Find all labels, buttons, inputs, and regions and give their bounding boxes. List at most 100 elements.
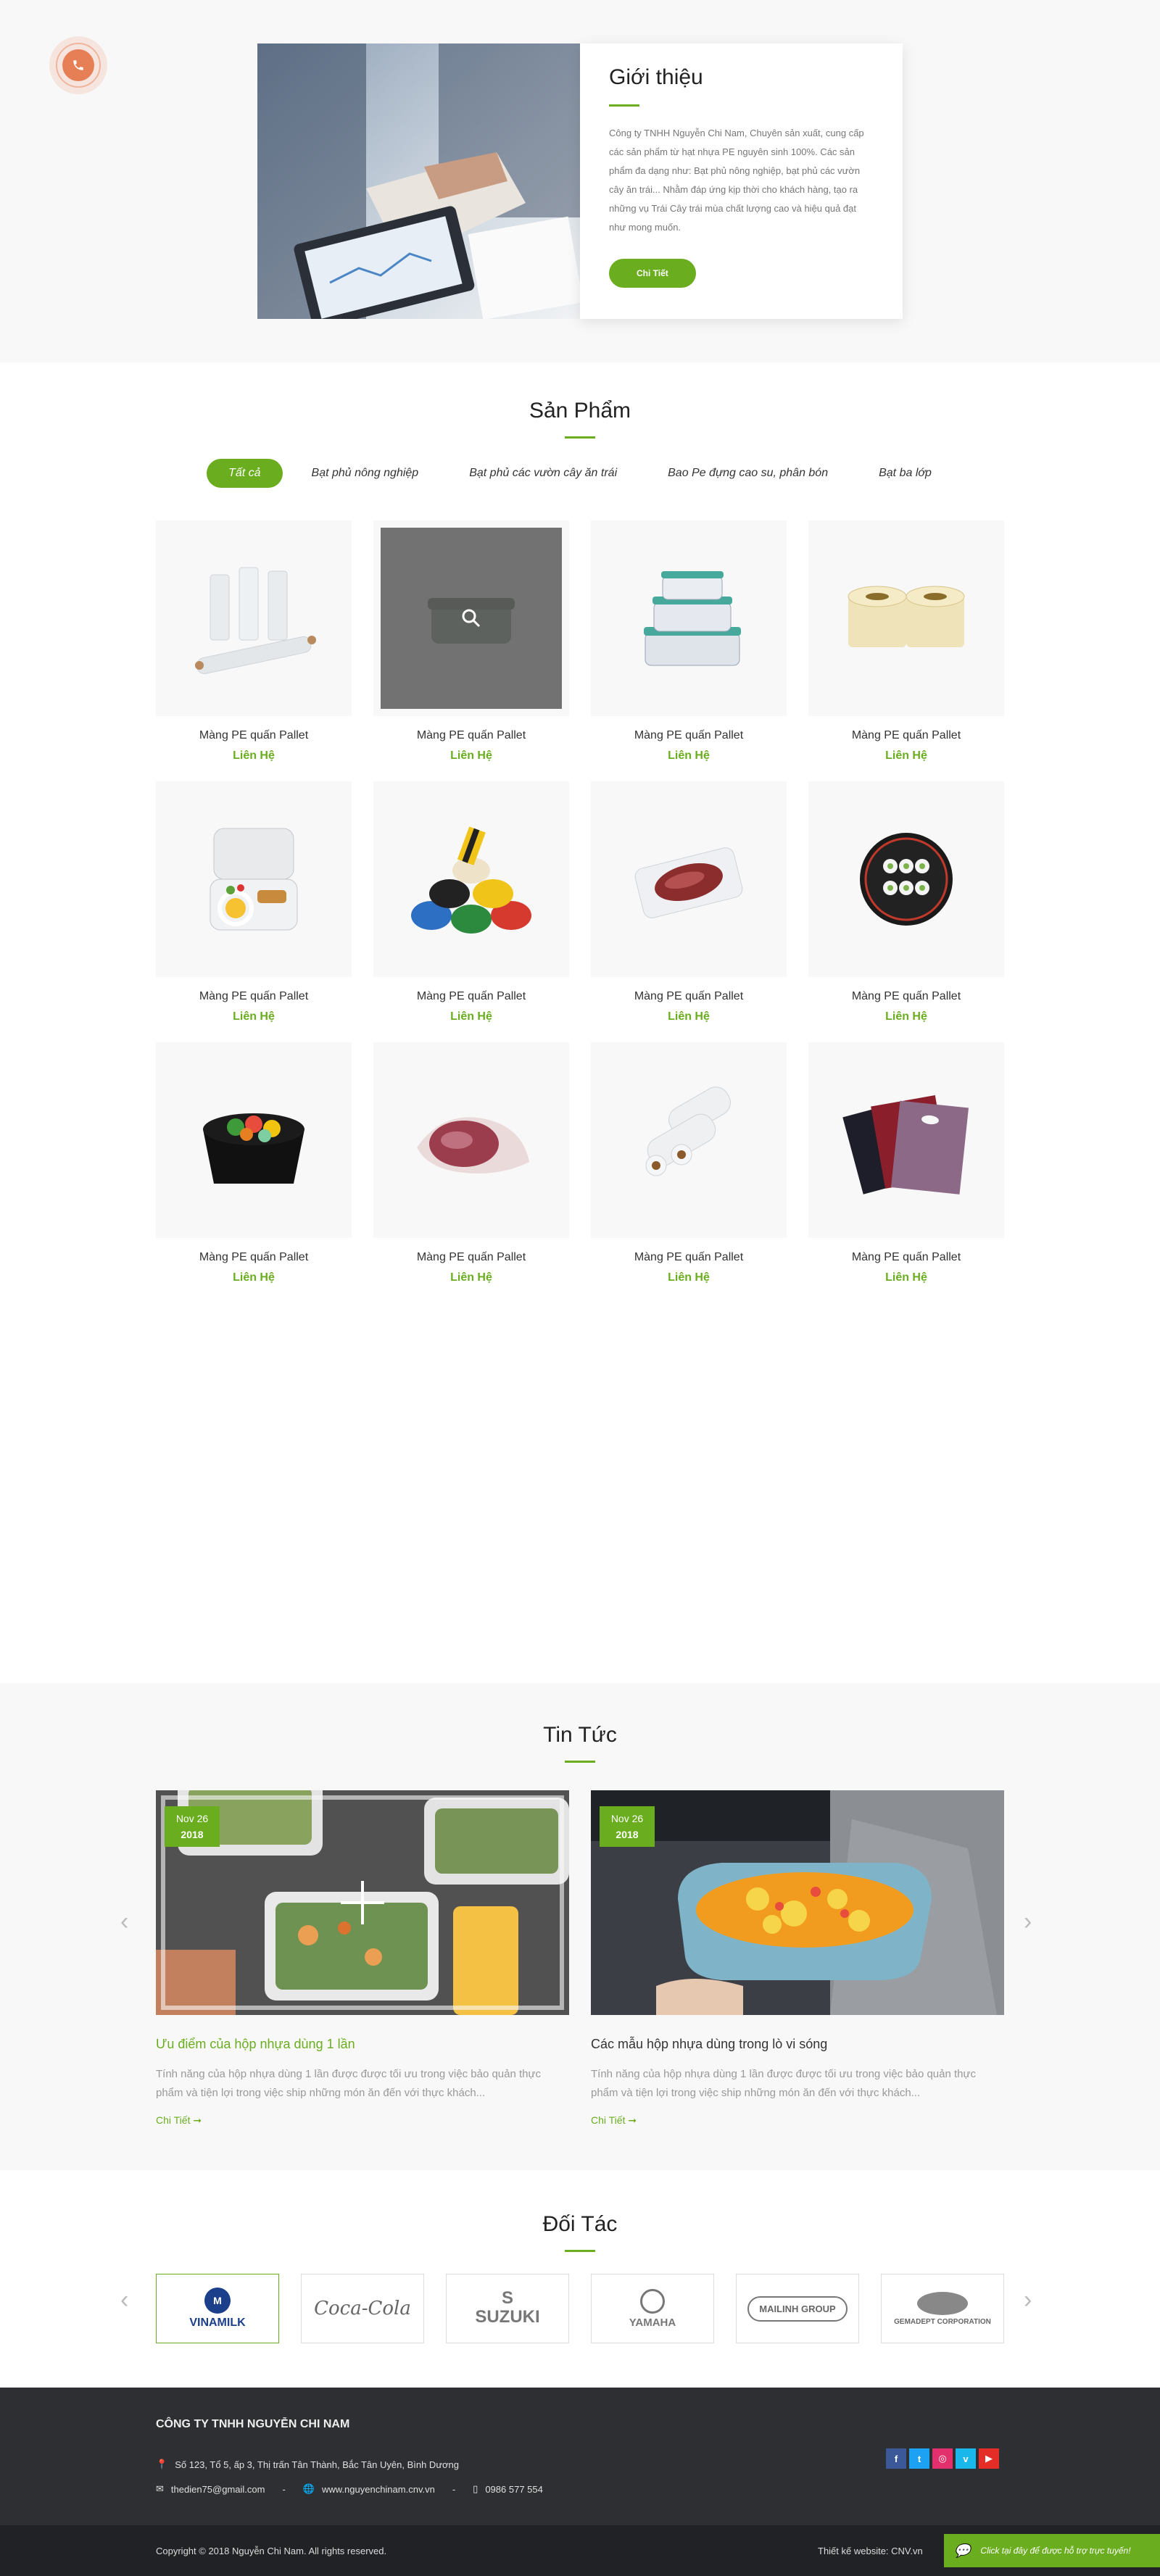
product-contact-link[interactable]: Liên Hệ — [591, 1010, 787, 1023]
product-contact-link[interactable]: Liên Hệ — [156, 1010, 352, 1023]
product-image-vacuum-meat[interactable] — [591, 781, 787, 977]
news-prev-arrow[interactable]: ‹ — [120, 1908, 128, 1936]
product-card[interactable]: Màng PE quấn Pallet Liên Hệ — [591, 781, 787, 1042]
partners-next-arrow[interactable]: › — [1024, 2286, 1032, 2314]
tab-three-layer[interactable]: Bạt ba lớp — [857, 459, 953, 488]
mobile-icon: ▯ — [473, 2483, 478, 2494]
partner-logo-yamaha[interactable]: YAMAHA — [591, 2274, 714, 2343]
address-text: Số 123, Tổ 5, ấp 3, Thị trấn Tân Thành, … — [175, 2459, 460, 2470]
news-post-title[interactable]: Ưu điểm của hộp nhựa dùng 1 lần — [156, 2037, 569, 2052]
product-image-wrapped-meat[interactable] — [373, 1042, 569, 1238]
news-card[interactable]: Nov 26 2018 Các mẫu hộp nhựa dùng trong … — [591, 1790, 1004, 2127]
tab-orchard-cover[interactable]: Bạt phủ các vườn cây ăn trái — [447, 459, 639, 488]
partners-prev-arrow[interactable]: ‹ — [120, 2286, 128, 2314]
zoom-icon — [462, 609, 481, 628]
tab-all[interactable]: Tất cả — [207, 459, 283, 488]
product-card[interactable]: Màng PE quấn Pallet Liên Hệ — [808, 520, 1004, 781]
partner-logo-vinamilk[interactable]: M VINAMILK — [156, 2274, 279, 2343]
product-card[interactable]: Màng PE quấn Pallet Liên Hệ — [591, 1042, 787, 1303]
product-card[interactable]: Màng PE quấn Pallet Liên Hệ — [156, 520, 352, 781]
product-name: Màng PE quấn Pallet — [851, 729, 961, 741]
map-pin-icon: 📍 — [156, 2459, 168, 2469]
product-card[interactable]: Màng PE quấn Pallet Liên Hệ — [808, 1042, 1004, 1303]
date-year: 2018 — [616, 1829, 639, 1840]
phone-icon — [62, 49, 94, 81]
designer-credit[interactable]: Thiết kế website: CNV.vn — [818, 2546, 923, 2556]
tab-pe-bags[interactable]: Bao Pe đựng cao su, phân bón — [646, 459, 850, 488]
product-name: Màng PE quấn Pallet — [634, 1251, 744, 1263]
news-date-badge: Nov 26 2018 — [165, 1806, 220, 1847]
news-read-more[interactable]: Chi Tiết ➞ — [591, 2114, 1004, 2127]
partner-name: MAILINH GROUP — [747, 2295, 848, 2322]
partner-name: Coca-Cola — [314, 2298, 411, 2319]
news-next-arrow[interactable]: › — [1024, 1908, 1032, 1936]
product-image-colored-tapes[interactable] — [373, 781, 569, 977]
date-day: Nov 26 — [175, 1813, 209, 1824]
news-card[interactable]: Nov 26 2018 Ưu điểm của hộp nhựa dùng 1 … — [156, 1790, 569, 2127]
product-card[interactable]: Màng PE quấn Pallet Liên Hệ — [373, 1042, 569, 1303]
live-chat-button[interactable]: 💬 Click tại đây để được hỗ trợ trực tuyế… — [944, 2534, 1160, 2567]
facebook-icon[interactable]: f — [886, 2448, 906, 2469]
vinamilk-emblem-icon: M — [204, 2288, 231, 2314]
news-title: Tin Tức — [543, 1723, 617, 1747]
product-card[interactable]: Màng PE quấn Pallet Liên Hệ — [373, 520, 569, 781]
product-contact-link[interactable]: Liên Hệ — [591, 749, 787, 763]
product-card[interactable]: Màng PE quấn Pallet Liên Hệ — [156, 1042, 352, 1303]
product-contact-link[interactable]: Liên Hệ — [808, 1271, 1004, 1284]
email-link[interactable]: thedien75@gmail.com — [171, 2484, 265, 2495]
partner-logo-mailinh[interactable]: MAILINH GROUP — [736, 2274, 859, 2343]
news-post-title[interactable]: Các mẫu hộp nhựa dùng trong lò vi sóng — [591, 2037, 1004, 2052]
product-image-lunch-box[interactable] — [156, 781, 352, 977]
product-image-stretch-film[interactable] — [156, 520, 352, 716]
title-underline — [565, 436, 595, 439]
website-link[interactable]: www.nguyenchinam.cnv.vn — [322, 2484, 435, 2495]
product-contact-link[interactable]: Liên Hệ — [156, 1271, 352, 1284]
product-card[interactable]: Màng PE quấn Pallet Liên Hệ — [808, 781, 1004, 1042]
product-card[interactable]: Màng PE quấn Pallet Liên Hệ — [156, 781, 352, 1042]
product-image-salad-box[interactable] — [156, 1042, 352, 1238]
read-more-label: Chi Tiết — [591, 2114, 626, 2126]
date-year: 2018 — [181, 1829, 204, 1840]
separator: - — [282, 2483, 286, 2495]
product-contact-link[interactable]: Liên Hệ — [373, 1010, 569, 1023]
intro-detail-button[interactable]: Chi Tiết — [609, 259, 696, 288]
product-contact-link[interactable]: Liên Hệ — [156, 749, 352, 763]
news-image-salad-boxes[interactable]: Nov 26 2018 — [156, 1790, 569, 2015]
footer-bottom-bar: Copyright © 2018 Nguyễn Chi Nam. All rig… — [0, 2525, 1160, 2576]
product-contact-link[interactable]: Liên Hệ — [591, 1271, 787, 1284]
youtube-icon[interactable]: ▶ — [979, 2448, 999, 2469]
instagram-icon[interactable]: ◎ — [932, 2448, 953, 2469]
product-image-sushi-tray[interactable] — [808, 781, 1004, 977]
product-card[interactable]: Màng PE quấn Pallet Liên Hệ — [373, 781, 569, 1042]
product-name: Màng PE quấn Pallet — [634, 990, 744, 1002]
product-name: Màng PE quấn Pallet — [851, 990, 961, 1002]
phone-call-button[interactable] — [49, 36, 107, 94]
partner-logo-cocacola[interactable]: Coca-Cola — [301, 2274, 424, 2343]
product-card[interactable]: Màng PE quấn Pallet Liên Hệ — [591, 520, 787, 781]
product-image-bags[interactable] — [808, 1042, 1004, 1238]
news-date-badge: Nov 26 2018 — [600, 1806, 655, 1847]
product-contact-link[interactable]: Liên Hệ — [373, 749, 569, 763]
product-contact-link[interactable]: Liên Hệ — [808, 1010, 1004, 1023]
partner-name: SUZUKI — [475, 2307, 540, 2327]
read-more-label: Chi Tiết — [156, 2114, 191, 2126]
title-underline — [609, 104, 639, 107]
product-name: Màng PE quấn Pallet — [416, 1251, 526, 1263]
product-image-tape-rolls[interactable] — [808, 520, 1004, 716]
twitter-icon[interactable]: t — [909, 2448, 929, 2469]
vimeo-icon[interactable]: v — [956, 2448, 976, 2469]
product-image-food-container[interactable] — [373, 520, 569, 716]
news-image-microwave-dish[interactable]: Nov 26 2018 — [591, 1790, 1004, 2015]
product-image-stacked-containers[interactable] — [591, 520, 787, 716]
product-image-film-rolls[interactable] — [591, 1042, 787, 1238]
product-name: Màng PE quấn Pallet — [851, 1251, 961, 1263]
footer-address: 📍 Số 123, Tổ 5, ấp 3, Thị trấn Tân Thành… — [156, 2459, 459, 2470]
news-read-more[interactable]: Chi Tiết ➞ — [156, 2114, 569, 2127]
footer: CÔNG TY TNHH NGUYỄN CHI NAM 📍 Số 123, Tổ… — [0, 2388, 1160, 2576]
tab-agri-cover[interactable]: Bạt phủ nông nghiệp — [290, 459, 441, 488]
product-contact-link[interactable]: Liên Hệ — [808, 749, 1004, 763]
partner-logo-suzuki[interactable]: S SUZUKI — [446, 2274, 569, 2343]
partner-logo-gemadept[interactable]: GEMADEPT CORPORATION — [881, 2274, 1004, 2343]
product-contact-link[interactable]: Liên Hệ — [373, 1271, 569, 1284]
partner-name: YAMAHA — [629, 2316, 676, 2329]
